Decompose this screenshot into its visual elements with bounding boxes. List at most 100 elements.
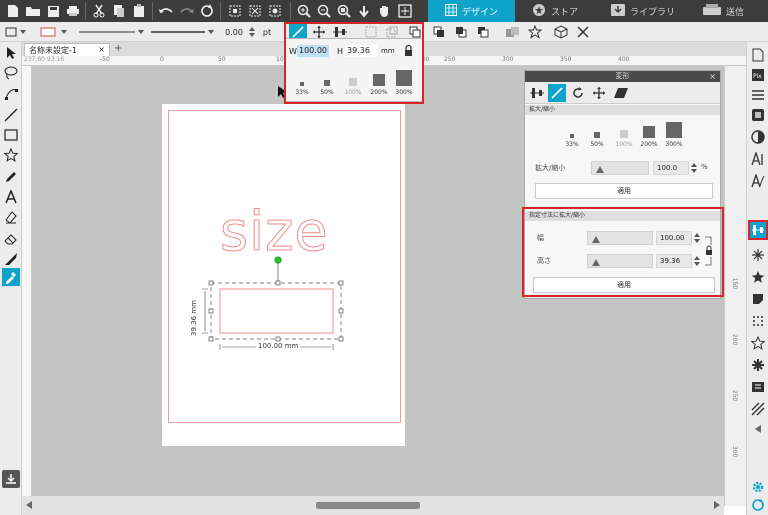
replicate-icon[interactable] [749, 246, 767, 264]
pencil-tool-icon[interactable] [2, 168, 20, 186]
copy-icon[interactable] [110, 2, 128, 20]
pattern-icon[interactable] [749, 400, 767, 418]
apply-scale-button[interactable]: 適用 [535, 183, 713, 199]
send-back-icon[interactable] [452, 24, 470, 40]
tab-shear-icon[interactable] [612, 84, 630, 102]
tab-store[interactable]: ストア [532, 0, 578, 22]
text-style-icon[interactable] [749, 172, 767, 190]
scale-slider[interactable] [591, 161, 649, 175]
tab-send[interactable]: 送信 [703, 0, 744, 22]
fit-page-icon[interactable] [396, 2, 414, 20]
flower-icon[interactable] [526, 24, 544, 40]
select-all-icon[interactable] [226, 2, 244, 20]
transform-panel-icon[interactable] [748, 220, 768, 240]
weld-icon[interactable] [504, 24, 522, 40]
arrange-icon[interactable] [474, 24, 492, 40]
grid-lines-icon[interactable] [749, 86, 767, 104]
scale-200-icon[interactable] [643, 126, 655, 138]
resize-handle[interactable] [208, 336, 214, 342]
redo-icon[interactable] [178, 2, 196, 20]
new-file-icon[interactable] [4, 2, 22, 20]
scale-50-icon[interactable] [594, 132, 600, 138]
add-document-button[interactable]: + [114, 43, 122, 54]
panel-title-bar[interactable]: 変形 × [525, 71, 720, 82]
registration-icon[interactable] [749, 106, 767, 124]
tab-move-icon[interactable] [590, 84, 608, 102]
open-folder-icon[interactable] [24, 2, 42, 20]
rhinestone-icon[interactable] [749, 356, 767, 374]
chevron-down-icon[interactable] [18, 24, 28, 40]
chevron-left-icon[interactable] [749, 420, 767, 438]
tab-design[interactable]: デザイン [428, 0, 515, 22]
undo-icon[interactable] [157, 2, 175, 20]
rotation-handle[interactable] [274, 256, 282, 264]
close-icon[interactable]: × [709, 71, 716, 82]
pixel-icon[interactable]: Pix [749, 66, 767, 84]
zoom-in-icon[interactable] [295, 2, 313, 20]
print-icon[interactable] [64, 2, 82, 20]
deselect-icon[interactable] [246, 2, 264, 20]
horizontal-scrollbar[interactable] [22, 496, 724, 515]
page-area[interactable]: size 100.00 mm 39.36 mm [162, 104, 405, 446]
resize-handle[interactable] [275, 336, 281, 342]
chevron-down-icon[interactable] [136, 24, 146, 40]
page-setup-icon[interactable] [749, 46, 767, 64]
zoom-out-icon[interactable] [315, 2, 333, 20]
resize-handle[interactable] [208, 308, 214, 314]
fill-panel-icon[interactable] [749, 128, 767, 146]
fill-color-icon[interactable] [38, 24, 58, 40]
star-outline-icon[interactable] [749, 334, 767, 352]
eraser-tool-icon[interactable] [2, 230, 20, 248]
fill-tool-icon[interactable] [2, 208, 20, 226]
scale-value-field[interactable]: 100.0 [653, 161, 689, 175]
paste-icon[interactable] [130, 2, 148, 20]
chevron-down-icon[interactable] [59, 24, 69, 40]
scale-300-icon[interactable] [666, 122, 682, 138]
lasso-tool-icon[interactable] [2, 64, 20, 82]
line-tool-icon[interactable] [2, 106, 20, 124]
star-tool-icon[interactable] [2, 146, 20, 164]
trace-panel-icon[interactable] [749, 290, 767, 308]
cut-icon[interactable] [90, 2, 108, 20]
line-style-select[interactable] [78, 24, 136, 40]
resize-handle[interactable] [338, 336, 344, 342]
scroll-thumb[interactable] [316, 502, 420, 509]
stepper-icon[interactable] [247, 24, 257, 40]
text-tool-icon[interactable] [2, 188, 20, 206]
point-edit-icon[interactable] [2, 84, 20, 102]
rectangle-tool-icon[interactable] [2, 126, 20, 144]
scroll-right-icon[interactable] [714, 501, 720, 512]
knife-tool-icon[interactable] [2, 250, 20, 268]
library-panel-icon[interactable] [749, 378, 767, 396]
resize-handle[interactable] [338, 308, 344, 314]
select-tool-icon[interactable] [2, 44, 20, 62]
bring-front-icon[interactable] [430, 24, 448, 40]
tab-align-icon[interactable] [528, 84, 546, 102]
hand-icon[interactable] [375, 2, 393, 20]
offset-icon[interactable] [749, 268, 767, 286]
slider-knob[interactable] [596, 166, 604, 173]
sync-icon[interactable] [749, 496, 767, 514]
selection-overlay[interactable] [162, 104, 405, 446]
eyedropper-tool-icon[interactable] [2, 268, 20, 286]
scale-100-icon[interactable] [620, 130, 628, 138]
resize-handle[interactable] [338, 280, 344, 286]
document-tab[interactable]: 名称未設定-1 × [24, 43, 110, 56]
line-width-field[interactable]: 0.00 [222, 24, 246, 40]
import-icon[interactable] [2, 470, 20, 488]
tab-scale-icon[interactable] [548, 84, 566, 102]
tab-rotate-icon[interactable] [569, 84, 587, 102]
stepper-icon[interactable] [691, 163, 697, 176]
move-down-icon[interactable] [355, 2, 373, 20]
resize-handle[interactable] [275, 280, 281, 286]
text-panel-icon[interactable] [749, 150, 767, 168]
refresh-icon[interactable] [198, 2, 216, 20]
box-3d-icon[interactable] [552, 24, 570, 40]
scale-33-icon[interactable] [570, 134, 574, 138]
chevron-down-icon[interactable] [206, 24, 216, 40]
zoom-select-icon[interactable] [335, 2, 353, 20]
close-icon[interactable]: × [98, 45, 105, 54]
resize-handle[interactable] [208, 280, 214, 286]
rectangle-object[interactable] [219, 288, 334, 334]
line-color-icon[interactable] [4, 24, 18, 40]
